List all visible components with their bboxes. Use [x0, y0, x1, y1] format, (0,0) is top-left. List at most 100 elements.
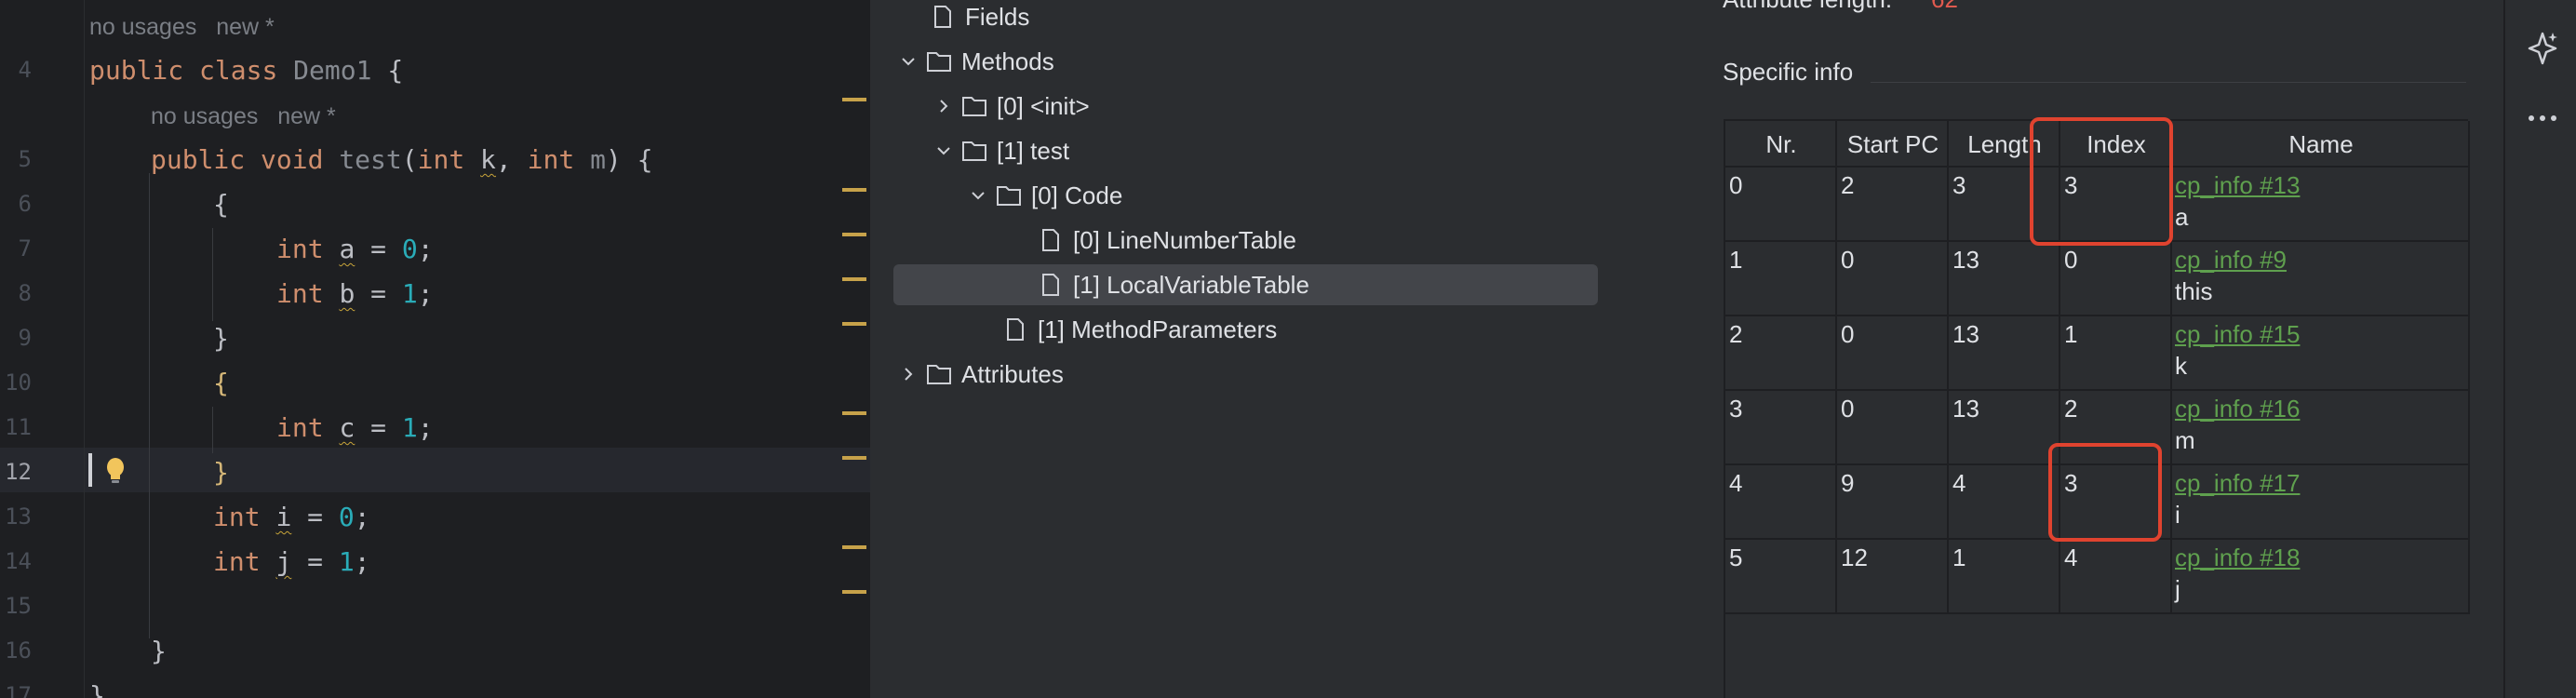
- cell-length: 1: [1952, 544, 1966, 571]
- more-icon[interactable]: [2526, 110, 2559, 128]
- specific-info-title: Specific info: [1723, 58, 1854, 86]
- warning-marker[interactable]: [842, 233, 866, 236]
- tree-item-methods[interactable]: Methods: [870, 41, 1661, 82]
- usages-hint[interactable]: no usages new *: [89, 14, 275, 41]
- cell-nr: 0: [1729, 171, 1743, 199]
- line-number: 8: [18, 280, 32, 306]
- column-divider: [1835, 121, 1837, 614]
- bytecode-structure-tree: Fields Methods [0] <init> [1] test [0] C…: [870, 0, 1661, 698]
- tree-item-init[interactable]: [0] <init>: [870, 86, 1661, 127]
- code-line[interactable]: 15: [0, 583, 870, 627]
- warning-marker[interactable]: [842, 456, 866, 460]
- code-text: }: [89, 680, 105, 698]
- chevron-down-icon[interactable]: [968, 185, 988, 206]
- row-divider: [1725, 389, 2470, 391]
- code-text: int i = 0;: [213, 502, 370, 532]
- file-icon: [1002, 316, 1028, 342]
- code-text: int j = 1;: [213, 546, 370, 577]
- text-caret: [88, 453, 92, 487]
- cell-start-pc: 0: [1841, 246, 1855, 274]
- cp-info-link[interactable]: cp_info #18: [2175, 544, 2300, 572]
- chevron-down-icon[interactable]: [898, 51, 919, 72]
- tree-item-method-parameters[interactable]: [1] MethodParameters: [870, 309, 1661, 350]
- tree-item-test[interactable]: [1] test: [870, 130, 1661, 171]
- tree-item-fields[interactable]: Fields: [870, 0, 1661, 37]
- line-number: 11: [5, 414, 32, 440]
- code-text: {: [213, 189, 229, 220]
- folder-icon: [996, 182, 1022, 208]
- cp-info-link[interactable]: cp_info #13: [2175, 171, 2300, 200]
- code-line[interactable]: 7 int a = 0;: [0, 225, 870, 270]
- column-header-name[interactable]: Name: [2172, 121, 2470, 168]
- warning-marker[interactable]: [842, 545, 866, 549]
- code-line[interactable]: 16 }: [0, 627, 870, 672]
- code-line[interactable]: 4 public class Demo1 {: [0, 47, 870, 91]
- cp-info-link[interactable]: cp_info #17: [2175, 469, 2300, 498]
- cell-name: m: [2175, 426, 2195, 454]
- tree-item-label: [0] LineNumberTable: [1073, 225, 1296, 254]
- tree-item-code[interactable]: [0] Code: [870, 175, 1661, 216]
- chevron-down-icon[interactable]: [933, 141, 954, 161]
- cell-nr: 1: [1729, 246, 1743, 274]
- cell-name: k: [2175, 352, 2187, 380]
- code-line[interactable]: no usages new *: [0, 4, 870, 48]
- code-line[interactable]: 14 int j = 1;: [0, 538, 870, 583]
- cell-length: 4: [1952, 469, 1966, 497]
- code-line[interactable]: 8 int b = 1;: [0, 270, 870, 315]
- usages-hint[interactable]: no usages new *: [151, 103, 336, 130]
- tree-item-label: Attributes: [961, 359, 1064, 388]
- code-line[interactable]: 6 {: [0, 181, 870, 225]
- tree-item-label: Fields: [965, 2, 1030, 31]
- column-divider: [2468, 121, 2470, 614]
- tree-item-label: [1] LocalVariableTable: [1073, 270, 1309, 299]
- warning-marker[interactable]: [842, 98, 866, 101]
- tree-item-local-variable-table[interactable]: [1] LocalVariableTable: [893, 264, 1598, 305]
- code-line[interactable]: no usages new *: [0, 93, 870, 138]
- code-line[interactable]: 5 public void test(int k, int m) {: [0, 136, 870, 181]
- chevron-right-icon[interactable]: [933, 96, 954, 116]
- warning-marker[interactable]: [842, 590, 866, 594]
- cp-info-link[interactable]: cp_info #16: [2175, 395, 2300, 423]
- code-line[interactable]: 17 }: [0, 672, 870, 698]
- row-divider: [1725, 612, 2470, 614]
- code-editor[interactable]: no usages new * 4 public class Demo1 { n…: [0, 0, 870, 698]
- cell-index: 1: [2064, 320, 2078, 348]
- cp-info-link[interactable]: cp_info #15: [2175, 320, 2300, 349]
- chevron-right-icon[interactable]: [898, 364, 919, 384]
- code-line[interactable]: 10 {: [0, 359, 870, 404]
- code-line-current[interactable]: 12 }: [0, 449, 870, 493]
- code-line[interactable]: 13 int i = 0;: [0, 493, 870, 538]
- warning-marker[interactable]: [842, 322, 866, 326]
- folder-icon: [926, 361, 952, 387]
- cp-info-link[interactable]: cp_info #9: [2175, 246, 2287, 275]
- cell-name: a: [2175, 203, 2189, 231]
- code-line[interactable]: 11 int c = 1;: [0, 404, 870, 449]
- lightbulb-icon[interactable]: [105, 457, 126, 489]
- line-number: 13: [5, 503, 32, 530]
- warning-marker[interactable]: [842, 277, 866, 281]
- cell-start-pc: 0: [1841, 320, 1855, 348]
- code-text: int b = 1;: [276, 278, 434, 309]
- ai-assistant-icon[interactable]: [2526, 30, 2559, 71]
- line-number: 15: [5, 593, 32, 619]
- cell-index: 0: [2064, 246, 2078, 274]
- tree-item-line-number-table[interactable]: [0] LineNumberTable: [870, 220, 1661, 261]
- file-icon: [1038, 272, 1064, 298]
- tree-item-attributes[interactable]: Attributes: [870, 354, 1661, 395]
- line-number: 16: [5, 638, 32, 664]
- line-number: 17: [5, 682, 32, 698]
- folder-icon: [961, 138, 987, 164]
- folder-icon: [926, 48, 952, 74]
- warning-marker[interactable]: [842, 188, 866, 192]
- line-number: 10: [5, 369, 32, 396]
- code-line[interactable]: 9 }: [0, 315, 870, 359]
- code-text: public class Demo1 {: [89, 55, 404, 86]
- cell-start-pc: 0: [1841, 395, 1855, 423]
- column-header-start-pc[interactable]: Start PC: [1837, 121, 1949, 168]
- warning-marker[interactable]: [842, 411, 866, 415]
- tree-item-label: Methods: [961, 47, 1054, 75]
- code-text: {: [213, 368, 229, 398]
- column-divider: [1947, 121, 1949, 614]
- column-header-nr[interactable]: Nr.: [1725, 121, 1837, 168]
- line-number: 4: [18, 57, 32, 83]
